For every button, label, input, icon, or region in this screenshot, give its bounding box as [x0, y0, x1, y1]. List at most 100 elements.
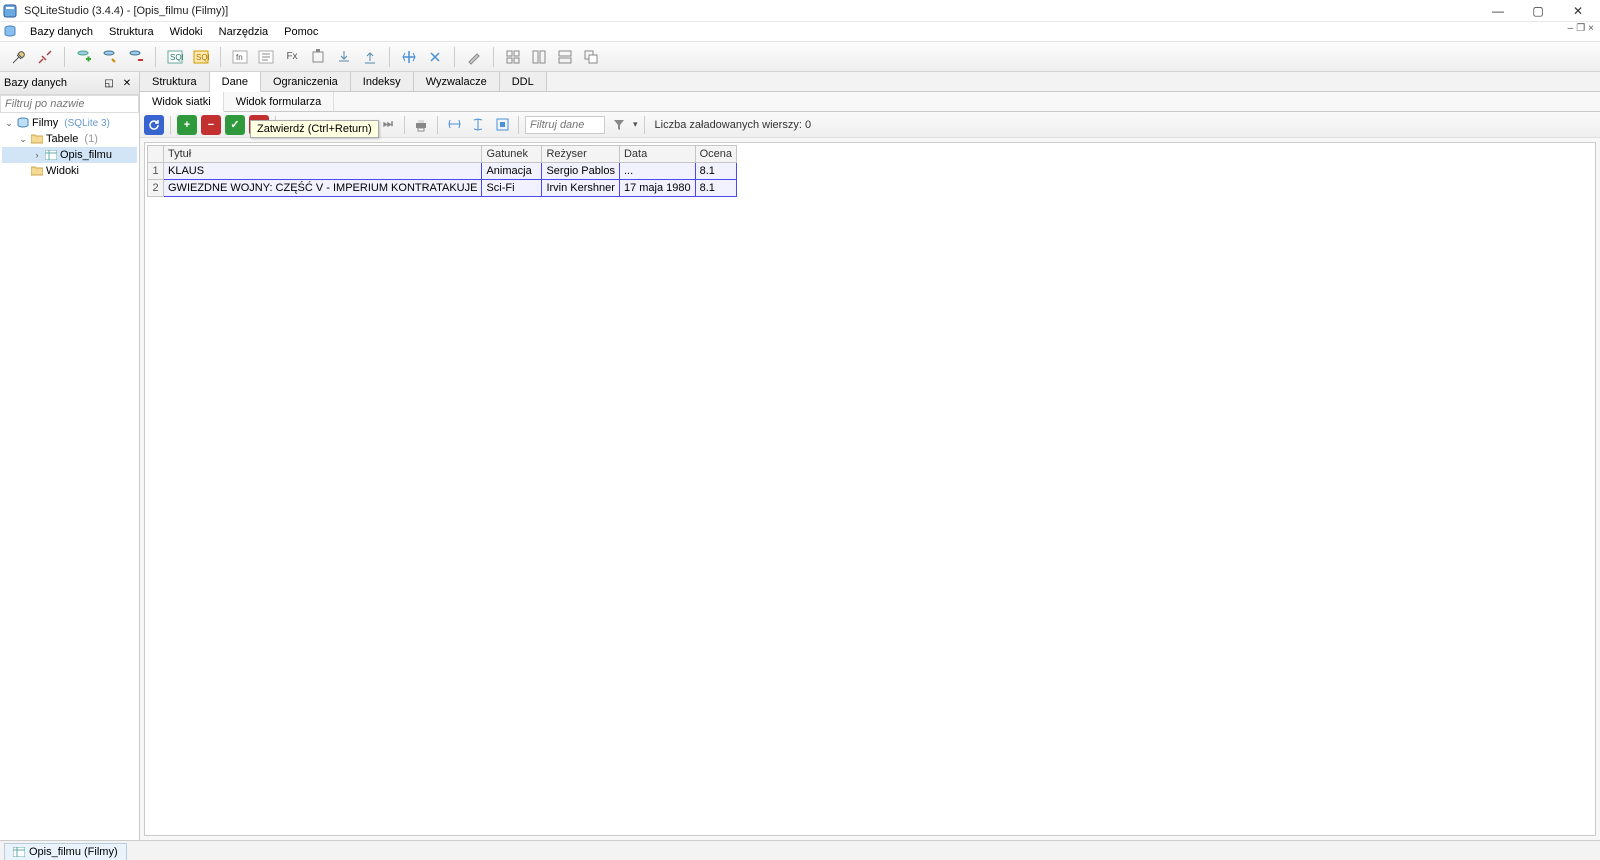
tile-v-button[interactable] — [554, 46, 576, 68]
fx-button[interactable]: Fx — [281, 46, 303, 68]
cell[interactable]: 8.1 — [695, 163, 736, 180]
extensions-button[interactable] — [307, 46, 329, 68]
separator — [220, 47, 221, 67]
twisty-icon[interactable]: ⌄ — [4, 118, 14, 129]
edit-db-button[interactable] — [99, 46, 121, 68]
cell[interactable]: 17 maja 1980 — [619, 180, 695, 197]
remove-db-button[interactable] — [125, 46, 147, 68]
export-button[interactable] — [359, 46, 381, 68]
document-tabbar: Opis_filmu (Filmy) — [0, 840, 1600, 860]
menu-struktura[interactable]: Struktura — [101, 24, 162, 40]
cell[interactable]: Animacja — [482, 163, 542, 180]
document-tab-label: Opis_filmu (Filmy) — [29, 846, 118, 858]
cell[interactable]: Sergio Pablos — [542, 163, 620, 180]
delete-row-button[interactable]: − — [201, 115, 221, 135]
tab-indeksy[interactable]: Indeksy — [351, 72, 414, 91]
child-restore-button[interactable]: ❐ — [1576, 23, 1585, 34]
row-count-text: Liczba załadowanych wierszy: — [655, 119, 802, 131]
document-tab[interactable]: Opis_filmu (Filmy) — [4, 843, 127, 860]
connect-button[interactable] — [8, 46, 30, 68]
cell[interactable]: GWIEZDNE WOJNY: CZĘŚĆ V - IMPERIUM KONTR… — [164, 180, 482, 197]
data-grid[interactable]: TytułGatunekReżyserDataOcena1KLAUSAnimac… — [147, 145, 737, 197]
col-header[interactable]: Ocena — [695, 146, 736, 163]
separator — [170, 116, 171, 134]
minimize-button[interactable]: — — [1478, 1, 1518, 21]
child-window-controls: – ❐ × — [1568, 23, 1594, 34]
fn-button[interactable]: fn — [229, 46, 251, 68]
table-row[interactable]: 2GWIEZDNE WOJNY: CZĘŚĆ V - IMPERIUM KONT… — [148, 180, 737, 197]
cell[interactable]: Sci-Fi — [482, 180, 542, 197]
commit-button[interactable]: ✓ — [225, 115, 245, 135]
tree-tables-node[interactable]: ⌄ Tabele (1) — [2, 131, 137, 147]
toggle-cell-button[interactable] — [492, 115, 512, 135]
tooltip: Zatwierdź (Ctrl+Return) — [250, 120, 379, 138]
insert-row-button[interactable]: + — [177, 115, 197, 135]
tab-wyzwalacze[interactable]: Wyzwalacze — [414, 72, 500, 91]
sql-history-button[interactable]: SQL — [190, 46, 212, 68]
col-header[interactable]: Gatunek — [482, 146, 542, 163]
subtab-widok-siatki[interactable]: Widok siatki — [140, 92, 224, 112]
row-count-label: Liczba załadowanych wierszy: 0 — [655, 119, 812, 131]
menu-pomoc[interactable]: Pomoc — [276, 24, 326, 40]
child-close-button[interactable]: × — [1588, 23, 1594, 34]
sidebar-close-button[interactable]: ✕ — [119, 75, 135, 91]
table-name: Opis_filmu — [60, 149, 112, 161]
folder-icon — [30, 132, 44, 146]
expand-all-button[interactable] — [398, 46, 420, 68]
db-icon — [4, 25, 18, 39]
filter-menu-button[interactable] — [609, 115, 629, 135]
collapse-all-button[interactable] — [424, 46, 446, 68]
cell[interactable]: 8.1 — [695, 180, 736, 197]
filter-data-input[interactable] — [525, 116, 605, 134]
tile-button[interactable] — [502, 46, 524, 68]
tab-dane[interactable]: Dane — [210, 72, 261, 92]
subtabstrip: Widok siatkiWidok formularza — [140, 92, 1600, 112]
child-minimize-button[interactable]: – — [1568, 23, 1574, 34]
subtab-widok-formularza[interactable]: Widok formularza — [224, 92, 335, 111]
tree-table-item[interactable]: › Opis_filmu — [2, 147, 137, 163]
cell[interactable]: ... — [619, 163, 695, 180]
titlebar: SQLiteStudio (3.4.4) - [Opis_filmu (Film… — [0, 0, 1600, 22]
tab-ograniczenia[interactable]: Ograniczenia — [261, 72, 351, 91]
import-button[interactable] — [333, 46, 355, 68]
tab-struktura[interactable]: Struktura — [140, 72, 210, 91]
tables-count: (1) — [84, 133, 97, 145]
cascade-button[interactable] — [580, 46, 602, 68]
tree-views-node[interactable]: › Widoki — [2, 163, 137, 179]
print-button[interactable] — [411, 115, 431, 135]
tab-ddl[interactable]: DDL — [500, 72, 547, 91]
col-header[interactable]: Reżyser — [542, 146, 620, 163]
settings-button[interactable] — [463, 46, 485, 68]
menu-narzędzia[interactable]: Narzędzia — [211, 24, 277, 40]
sidebar-filter-input[interactable] — [0, 95, 139, 113]
col-header[interactable]: Tytuł — [164, 146, 482, 163]
cell[interactable]: Irvin Kershner — [542, 180, 620, 197]
app-icon — [2, 3, 18, 19]
close-button[interactable]: ✕ — [1558, 1, 1598, 21]
collations-button[interactable] — [255, 46, 277, 68]
disconnect-button[interactable] — [34, 46, 56, 68]
adjust-columns-button[interactable] — [444, 115, 464, 135]
separator — [518, 116, 519, 134]
tabstrip: StrukturaDaneOgraniczeniaIndeksyWyzwalac… — [140, 72, 1600, 92]
separator — [454, 47, 455, 67]
menu-bazy-danych[interactable]: Bazy danych — [22, 24, 101, 40]
sql-editor-button[interactable]: SQL — [164, 46, 186, 68]
menu-widoki[interactable]: Widoki — [162, 24, 211, 40]
add-db-button[interactable] — [73, 46, 95, 68]
col-header[interactable]: Data — [619, 146, 695, 163]
row-count-value: 0 — [805, 119, 811, 131]
folder-icon — [30, 164, 44, 178]
adjust-rows-button[interactable] — [468, 115, 488, 135]
sidebar-float-button[interactable]: ◱ — [101, 75, 117, 91]
db-engine: (SQLite 3) — [64, 118, 110, 129]
last-page-button[interactable]: ⏭ — [378, 115, 398, 135]
tree-db-node[interactable]: ⌄ Filmy (SQLite 3) — [2, 115, 137, 131]
cell[interactable]: KLAUS — [164, 163, 482, 180]
refresh-button[interactable] — [144, 115, 164, 135]
tile-h-button[interactable] — [528, 46, 550, 68]
maximize-button[interactable]: ▢ — [1518, 1, 1558, 21]
table-row[interactable]: 1KLAUSAnimacjaSergio Pablos...8.1 — [148, 163, 737, 180]
twisty-icon[interactable]: ⌄ — [18, 134, 28, 145]
twisty-icon[interactable]: › — [32, 150, 42, 160]
